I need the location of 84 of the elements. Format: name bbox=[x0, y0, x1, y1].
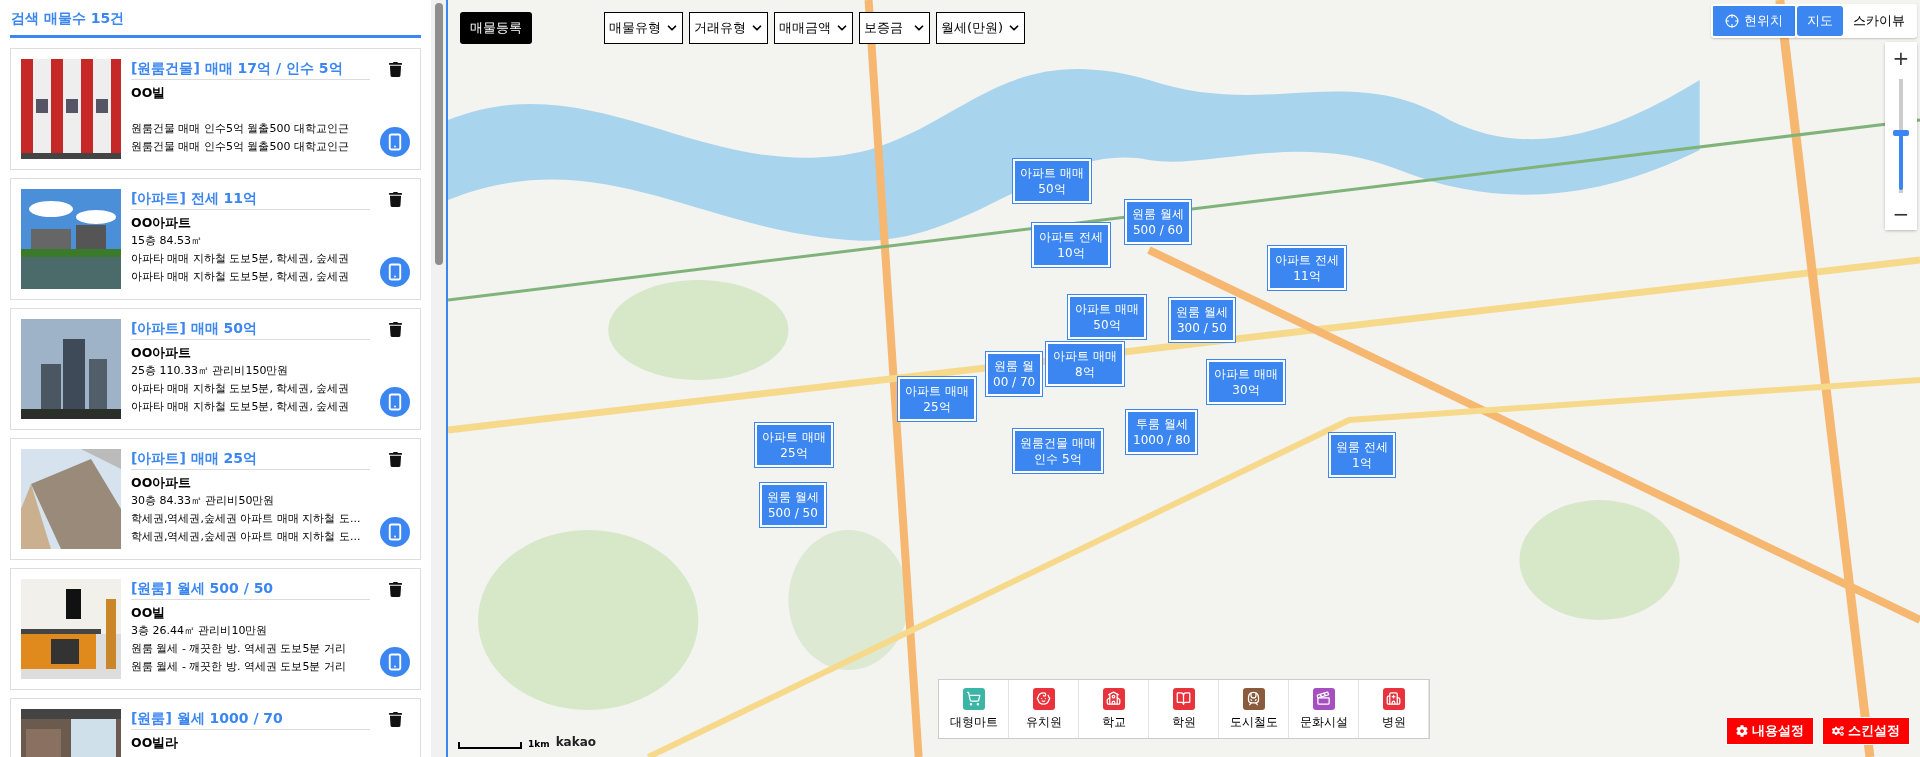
phone-button[interactable] bbox=[380, 387, 410, 417]
scale-label: 1km bbox=[528, 739, 550, 749]
listing-description: 원룸 월세 - 깨끗한 방. 역세권 도보5분 거리 bbox=[131, 641, 347, 657]
listing-description: 아파타 매매 지하철 도보5분, 학세권, 숲세권 bbox=[131, 269, 351, 285]
settings-button[interactable]: 내용설정 bbox=[1726, 717, 1814, 745]
price-marker[interactable]: 원룸 월세 300 / 50 bbox=[1169, 298, 1235, 342]
listing-name: OO빌 bbox=[131, 604, 167, 622]
scale-bar bbox=[458, 742, 522, 749]
phone-icon bbox=[386, 263, 404, 281]
gear-icon bbox=[1832, 725, 1844, 737]
delete-icon[interactable] bbox=[388, 452, 402, 467]
price-marker[interactable]: 아파트 매매 50억 bbox=[1013, 159, 1091, 203]
price-marker[interactable]: 아파트 전세 11억 bbox=[1268, 246, 1346, 290]
listing-name: OO빌라 bbox=[131, 734, 180, 752]
listing-specs: 25층 110.33㎡ 관리비150만원 bbox=[131, 363, 290, 379]
register-button[interactable]: 매물등록 bbox=[460, 12, 532, 44]
listing-title[interactable]: [아파트] 매매 25억 bbox=[131, 449, 370, 470]
listing-specs: 30층 84.33㎡ 관리비50만원 bbox=[131, 493, 276, 509]
phone-button[interactable] bbox=[380, 257, 410, 287]
listing-description: 원룸건물 매매 인수5억 월출500 대학교인근 bbox=[131, 139, 350, 155]
listing-card[interactable]: [원룸] 월세 500 / 50 OO빌 3층 26.44㎡ 관리비10만원 원룸 월세 - 깨끗한 방. 역세권 도보5분 거리 원룸 월세 - 깨끗한 방. 역세권 도보5분 거리 bbox=[10, 568, 421, 690]
zoom-slider-thumb[interactable] bbox=[1893, 129, 1909, 136]
gear-icon bbox=[1736, 725, 1748, 737]
phone-icon bbox=[386, 133, 404, 151]
settings-button[interactable]: 스킨설정 bbox=[1822, 717, 1910, 745]
zoom-out-button[interactable]: − bbox=[1885, 198, 1917, 230]
listing-card[interactable]: [아파트] 매매 50억 OO아파트 25층 110.33㎡ 관리비150만원 아파타 매매 지하철 도보5분, 학세권, 숲세권 아파타 매매 지하철 도보5분, 학세권, 숲세권 bbox=[10, 308, 421, 430]
price-marker[interactable]: 아파트 매매 25억 bbox=[898, 377, 976, 421]
map-type-tab[interactable]: 지도 bbox=[1797, 6, 1843, 36]
listing-specs: 3층 26.44㎡ 관리비10만원 bbox=[131, 623, 269, 639]
price-marker[interactable]: 아파트 매매 25억 bbox=[755, 423, 833, 467]
price-marker[interactable]: 투룸 월세 1000 / 80 bbox=[1126, 410, 1198, 454]
price-marker[interactable]: 원룸 월세 500 / 50 bbox=[760, 483, 826, 527]
listing-name: OO빌 bbox=[131, 84, 167, 102]
crosshair-icon bbox=[1725, 14, 1739, 28]
phone-button[interactable] bbox=[380, 647, 410, 677]
listing-title[interactable]: [원룸건물] 매매 17억 / 인수 5억 bbox=[131, 59, 370, 80]
listing-name: OO아파트 bbox=[131, 474, 193, 492]
listing-title[interactable]: [아파트] 매매 50억 bbox=[131, 319, 370, 340]
price-marker[interactable]: 원룸건물 매매 인수 5억 bbox=[1013, 429, 1103, 473]
scrollbar[interactable] bbox=[431, 0, 446, 757]
listing-specs: 15층 84.53㎡ bbox=[131, 233, 203, 249]
listing-title[interactable]: [원룸] 월세 1000 / 70 bbox=[131, 709, 370, 730]
delete-icon[interactable] bbox=[388, 582, 402, 597]
listing-description: 아파타 매매 지하철 도보5분, 학세권, 숲세권 bbox=[131, 399, 351, 415]
price-marker[interactable]: 아파트 매매 50억 bbox=[1068, 295, 1146, 339]
listing-description: 원룸건물 매매 인수5억 월출500 대학교인근 bbox=[131, 121, 350, 137]
listing-name: OO아파트 bbox=[131, 214, 193, 232]
listing-card[interactable]: [원룸건물] 매매 17억 / 인수 5억 OO빌 원룸건물 매매 인수5억 월출500 대학교인근 원룸건물 매매 인수5억 월출500 대학교인근 bbox=[10, 48, 421, 170]
filter-dropdown[interactable]: 거래유형 bbox=[689, 12, 768, 44]
listing-card[interactable]: [원룸] 월세 1000 / 70 OO빌라 bbox=[10, 698, 421, 757]
delete-icon[interactable] bbox=[388, 192, 402, 207]
listing-description: 학세권,역세권,숲세권 아파트 매매 지하철 도... bbox=[131, 511, 362, 527]
price-marker[interactable]: 원룸 월세 500 / 60 bbox=[1125, 200, 1191, 244]
price-marker[interactable]: 아파트 매매 30억 bbox=[1207, 360, 1285, 404]
filter-dropdown[interactable]: 월세(만원) bbox=[936, 12, 1026, 44]
phone-button[interactable] bbox=[380, 517, 410, 547]
phone-button[interactable] bbox=[380, 127, 410, 157]
listing-description: 아파타 매매 지하철 도보5분, 학세권, 숲세권 bbox=[131, 251, 351, 267]
listing-title[interactable]: [아파트] 전세 11억 bbox=[131, 189, 370, 210]
delete-icon[interactable] bbox=[388, 62, 402, 77]
listing-title[interactable]: [원룸] 월세 500 / 50 bbox=[131, 579, 370, 600]
map-brand-logo: kakao bbox=[555, 735, 597, 749]
listing-card[interactable]: [아파트] 전세 11억 OO아파트 15층 84.53㎡ 아파타 매매 지하철 도보5분, 학세권, 숲세권 아파타 매매 지하철 도보5분, 학세권, 숲세권 bbox=[10, 178, 421, 300]
price-marker[interactable]: 아파트 전세 10억 bbox=[1032, 223, 1110, 267]
listing-description: 원룸 월세 - 깨끗한 방. 역세권 도보5분 거리 bbox=[131, 659, 347, 675]
delete-icon[interactable] bbox=[388, 712, 402, 727]
price-marker[interactable]: 원룸 전세 1억 bbox=[1329, 433, 1395, 477]
zoom-in-button[interactable]: + bbox=[1885, 42, 1917, 74]
delete-icon[interactable] bbox=[388, 322, 402, 337]
phone-icon bbox=[386, 393, 404, 411]
result-count-title: 검색 매물수 15건 bbox=[10, 10, 421, 38]
phone-icon bbox=[386, 653, 404, 671]
listing-name: OO아파트 bbox=[131, 344, 193, 362]
listing-description: 아파타 매매 지하철 도보5분, 학세권, 숲세권 bbox=[131, 381, 351, 397]
current-location-button[interactable]: 현위치 bbox=[1711, 4, 1797, 38]
filter-dropdown[interactable]: 보증금 bbox=[859, 12, 930, 44]
phone-icon bbox=[386, 523, 404, 541]
price-marker[interactable]: 원룸 월 00 / 70 bbox=[986, 352, 1043, 396]
listing-card[interactable]: [아파트] 매매 25억 OO아파트 30층 84.33㎡ 관리비50만원 학세권,역세권,숲세권 아파트 매매 지하철 도... 학세권,역세권,숲세권 아파트 매매 지하철 도... bbox=[10, 438, 421, 560]
price-marker[interactable]: 아파트 매매 8억 bbox=[1046, 342, 1124, 386]
listing-description: 학세권,역세권,숲세권 아파트 매매 지하철 도... bbox=[131, 529, 362, 545]
filter-dropdown[interactable]: 매매금액 bbox=[774, 12, 853, 44]
filter-dropdown[interactable]: 매물유형 bbox=[604, 12, 683, 44]
